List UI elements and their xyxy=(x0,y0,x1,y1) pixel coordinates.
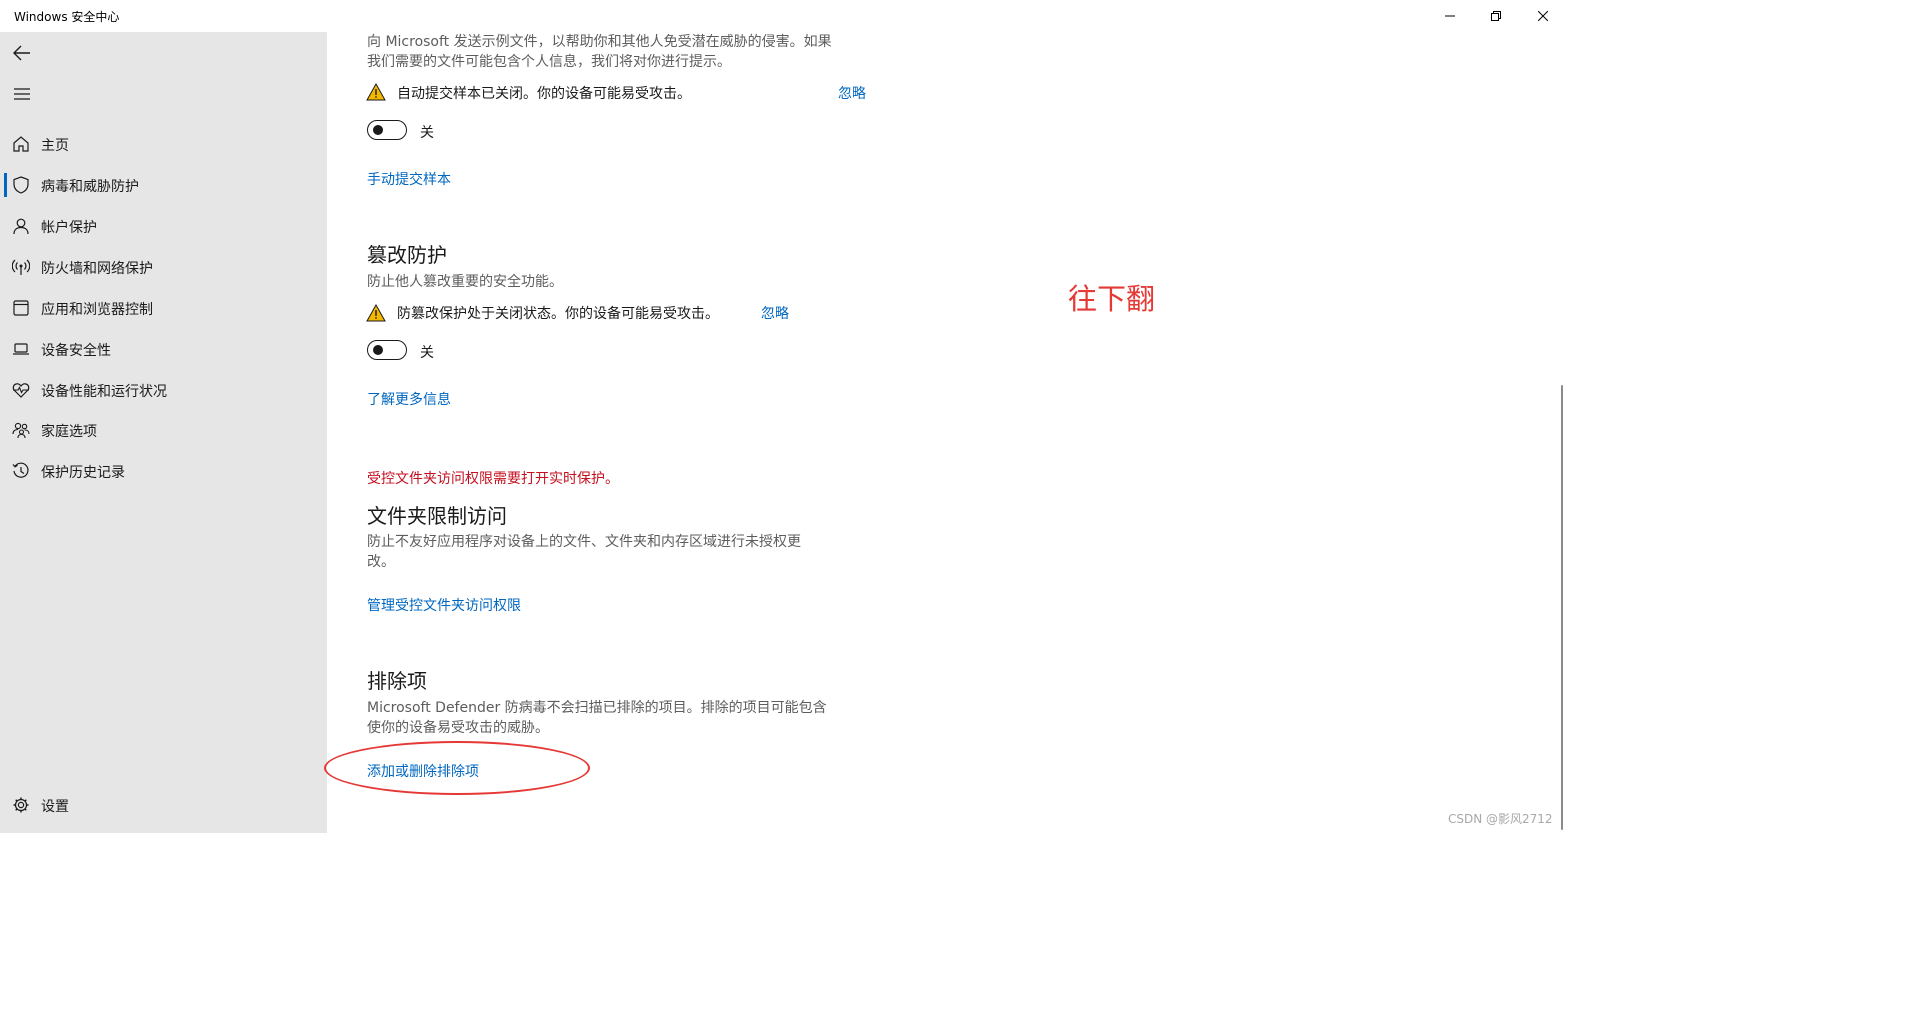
sidebar-item-label: 设备性能和运行状况 xyxy=(41,384,167,400)
exclusions-description-line1: Microsoft Defender 防病毒不会扫描已排除的项目。排除的项目可能… xyxy=(367,700,827,716)
shield-icon xyxy=(11,175,31,195)
exclusions-description-line2: 使你的设备易受攻击的威胁。 xyxy=(367,720,549,736)
minimize-button[interactable] xyxy=(1427,0,1473,32)
restore-button[interactable] xyxy=(1473,0,1519,32)
title-bar: Windows 安全中心 xyxy=(0,0,1568,32)
history-icon xyxy=(11,461,31,481)
sidebar-item-firewall[interactable]: 防火墙和网络保护 xyxy=(0,249,327,285)
highlight-ellipse xyxy=(324,741,590,795)
sidebar-item-label: 设备安全性 xyxy=(41,343,111,359)
tamper-protection-description: 防止他人篡改重要的安全功能。 xyxy=(367,274,563,290)
controlled-folder-description-line1: 防止不友好应用程序对设备上的文件、文件夹和内存区域进行未授权更 xyxy=(367,534,801,550)
family-icon xyxy=(11,420,31,440)
sidebar-item-home[interactable]: 主页 xyxy=(0,126,327,162)
warning-icon xyxy=(366,303,386,326)
exclusions-title: 排除项 xyxy=(367,669,427,693)
tamper-protection-title: 篡改防护 xyxy=(367,243,447,267)
toggle-state-label: 关 xyxy=(420,125,434,141)
manage-controlled-folder-link[interactable]: 管理受控文件夹访问权限 xyxy=(367,595,521,615)
close-button[interactable] xyxy=(1520,0,1566,32)
laptop-icon xyxy=(11,339,31,359)
sample-description-line1: 向 Microsoft 发送示例文件，以帮助你和其他人免受潜在威胁的侵害。如果 xyxy=(367,34,832,50)
auto-sample-submission-toggle[interactable] xyxy=(367,120,407,140)
sidebar-item-label: 保护历史记录 xyxy=(41,465,125,481)
toggle-state-label: 关 xyxy=(420,345,434,361)
sidebar-item-account[interactable]: 帐户保护 xyxy=(0,208,327,244)
tamper-protection-toggle[interactable] xyxy=(367,340,407,360)
minimize-icon xyxy=(1445,15,1455,17)
menu-button[interactable] xyxy=(10,82,34,106)
controlled-folder-title: 文件夹限制访问 xyxy=(367,504,507,528)
sidebar-item-family[interactable]: 家庭选项 xyxy=(0,412,327,448)
restore-icon xyxy=(1491,11,1501,21)
dismiss-tamper-warning-link[interactable]: 忽略 xyxy=(761,303,789,323)
tamper-warning-text: 防篡改保护处于关闭状态。你的设备可能易受攻击。 xyxy=(397,306,719,322)
sidebar-item-label: 帐户保护 xyxy=(41,220,97,236)
sidebar-item-label: 主页 xyxy=(41,138,69,154)
back-button[interactable] xyxy=(10,41,34,65)
heart-pulse-icon xyxy=(11,380,31,400)
sample-description-line2: 我们需要的文件可能包含个人信息，我们将对你进行提示。 xyxy=(367,54,731,70)
sidebar-item-label: 设置 xyxy=(41,799,69,815)
sidebar-item-label: 防火墙和网络保护 xyxy=(41,261,153,277)
sidebar-item-virus-protection[interactable]: 病毒和威胁防护 xyxy=(0,167,327,203)
sidebar-item-device-health[interactable]: 设备性能和运行状况 xyxy=(0,372,327,408)
vertical-scrollbar[interactable] xyxy=(1561,385,1563,830)
watermark: CSDN @影风2712 xyxy=(1448,812,1553,826)
learn-more-link[interactable]: 了解更多信息 xyxy=(367,389,451,409)
manual-submit-sample-link[interactable]: 手动提交样本 xyxy=(367,169,451,189)
sidebar-item-settings[interactable]: 设置 xyxy=(0,787,327,823)
app-title: Windows 安全中心 xyxy=(14,10,120,24)
controlled-folder-description-line2: 改。 xyxy=(367,554,395,570)
app-window-icon xyxy=(11,298,31,318)
toggle-knob xyxy=(373,125,383,135)
sidebar-item-device-security[interactable]: 设备安全性 xyxy=(0,331,327,367)
close-icon xyxy=(1538,11,1548,21)
toggle-knob xyxy=(373,345,383,355)
back-arrow-icon xyxy=(13,45,30,61)
sample-warning-text: 自动提交样本已关闭。你的设备可能易受攻击。 xyxy=(397,86,691,102)
warning-icon xyxy=(366,82,386,105)
home-icon xyxy=(11,134,31,154)
sidebar-item-label: 家庭选项 xyxy=(41,424,97,440)
sidebar-item-app-browser[interactable]: 应用和浏览器控制 xyxy=(0,290,327,326)
scroll-down-annotation: 往下翻 xyxy=(1068,282,1156,316)
gear-icon xyxy=(11,795,31,815)
sidebar-item-history[interactable]: 保护历史记录 xyxy=(0,453,327,489)
controlled-folder-error: 受控文件夹访问权限需要打开实时保护。 xyxy=(367,471,619,487)
wireless-signal-icon xyxy=(11,257,31,277)
person-icon xyxy=(11,216,31,236)
sidebar-item-label: 病毒和威胁防护 xyxy=(41,179,139,195)
hamburger-menu-icon xyxy=(14,88,30,100)
sidebar-item-label: 应用和浏览器控制 xyxy=(41,302,153,318)
dismiss-sample-warning-link[interactable]: 忽略 xyxy=(838,83,866,103)
